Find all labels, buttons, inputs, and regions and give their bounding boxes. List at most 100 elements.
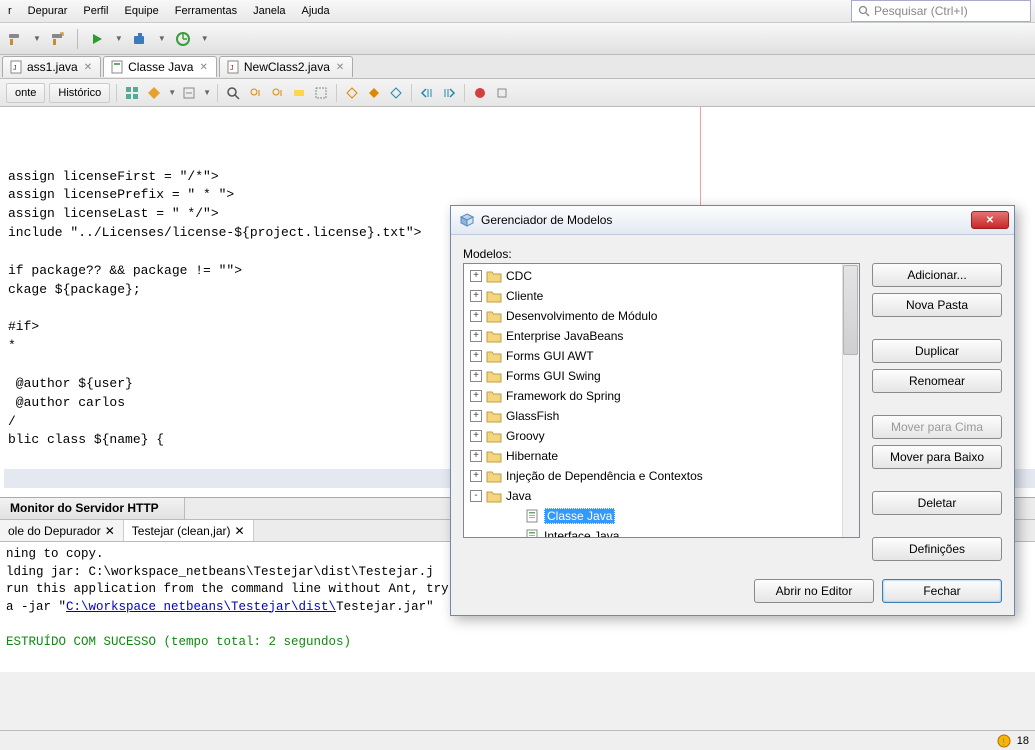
svg-text:J: J <box>230 65 234 72</box>
tree-folder[interactable]: +Forms GUI AWT <box>464 346 859 366</box>
tree-folder[interactable]: + Desenvolvimento de Módulo <box>464 306 859 326</box>
shift-right-icon[interactable] <box>440 84 458 102</box>
rename-button[interactable]: Renomear <box>872 369 1002 393</box>
debugger-console-tab[interactable]: ole do Depurador✕ <box>0 520 124 541</box>
source-button[interactable]: onte <box>6 83 45 103</box>
diamond3-icon[interactable] <box>387 84 405 102</box>
tree-item[interactable]: Interface Java <box>464 526 859 538</box>
expand-icon[interactable]: + <box>470 290 482 302</box>
tree-folder[interactable]: +Injeção de Dependência e Contextos <box>464 466 859 486</box>
tree-folder[interactable]: +Hibernate <box>464 446 859 466</box>
tree-folder[interactable]: +Groovy <box>464 426 859 446</box>
tree-folder[interactable]: - Java <box>464 486 859 506</box>
menu-item[interactable]: r <box>0 2 20 20</box>
shift-left-icon[interactable] <box>418 84 436 102</box>
tree-folder[interactable]: +GlassFish <box>464 406 859 426</box>
find-prev-icon[interactable] <box>246 84 264 102</box>
history-button[interactable]: Histórico <box>49 83 110 103</box>
diamond2-icon[interactable] <box>365 84 383 102</box>
menu-item[interactable]: Depurar <box>20 2 76 20</box>
expand-icon[interactable]: + <box>470 330 482 342</box>
dialog-close-button[interactable]: ✕ <box>971 211 1009 229</box>
tab-label: NewClass2.java <box>244 60 330 74</box>
tab[interactable]: Classe Java ✕ <box>103 56 217 77</box>
stop-icon[interactable] <box>493 84 511 102</box>
menu-item[interactable]: Equipe <box>116 2 166 20</box>
find-icon[interactable] <box>224 84 242 102</box>
tab[interactable]: J NewClass2.java ✕ <box>219 56 353 77</box>
expand-icon[interactable]: + <box>470 410 482 422</box>
nav-icon[interactable] <box>145 84 163 102</box>
close-icon[interactable]: ✕ <box>197 62 209 73</box>
run-icon[interactable] <box>86 28 108 50</box>
tree-item[interactable]: Classe Java <box>464 506 859 526</box>
tree-label: Java <box>506 489 531 503</box>
expand-icon[interactable]: + <box>470 390 482 402</box>
expand-icon[interactable]: - <box>470 490 482 502</box>
menu-item[interactable]: Janela <box>245 2 293 20</box>
delete-button[interactable]: Deletar <box>872 491 1002 515</box>
folder-icon <box>486 408 502 424</box>
clean-build-icon[interactable] <box>47 28 69 50</box>
selection-icon[interactable] <box>312 84 330 102</box>
output-tab[interactable]: Testejar (clean,jar)✕ <box>124 520 254 541</box>
highlight-icon[interactable] <box>290 84 308 102</box>
code-line: assign licensePrefix = " * "> <box>4 186 1035 205</box>
profile-icon[interactable] <box>172 28 194 50</box>
expand-icon[interactable]: + <box>470 310 482 322</box>
expand-icon[interactable] <box>180 84 198 102</box>
debug-icon[interactable] <box>129 28 151 50</box>
grid-icon[interactable] <box>123 84 141 102</box>
menu-item[interactable]: Ferramentas <box>167 2 245 20</box>
close-icon[interactable]: ✕ <box>105 524 115 538</box>
tree-folder[interactable]: +Cliente <box>464 286 859 306</box>
tree-folder[interactable]: +CDC <box>464 266 859 286</box>
folder-icon <box>486 348 502 364</box>
add-button[interactable]: Adicionar... <box>872 263 1002 287</box>
modelos-label: Modelos: <box>463 247 860 261</box>
menu-item[interactable]: Perfil <box>75 2 116 20</box>
settings-button[interactable]: Definições <box>872 537 1002 561</box>
notification-icon[interactable]: ! <box>997 734 1011 748</box>
scrollbar-thumb[interactable] <box>843 265 858 355</box>
folder-icon <box>486 308 502 324</box>
file-icon <box>524 528 540 538</box>
expand-icon[interactable]: + <box>470 470 482 482</box>
record-icon[interactable] <box>471 84 489 102</box>
duplicate-button[interactable]: Duplicar <box>872 339 1002 363</box>
new-folder-button[interactable]: Nova Pasta <box>872 293 1002 317</box>
template-tree[interactable]: +CDC+Cliente+Desenvolvimento de Módulo+E… <box>463 263 860 538</box>
expand-icon[interactable]: + <box>470 350 482 362</box>
close-icon[interactable]: ✕ <box>82 62 94 73</box>
tree-label: Forms GUI Swing <box>506 369 601 383</box>
expand-icon[interactable]: + <box>470 370 482 382</box>
expand-icon[interactable]: + <box>470 430 482 442</box>
move-up-button[interactable]: Mover para Cima <box>872 415 1002 439</box>
search-input[interactable]: Pesquisar (Ctrl+I) <box>851 0 1031 22</box>
expand-icon[interactable]: + <box>470 450 482 462</box>
tree-folder[interactable]: + Forms GUI Swing <box>464 366 859 386</box>
dialog-titlebar[interactable]: Gerenciador de Modelos ✕ <box>451 206 1014 235</box>
folder-icon <box>486 328 502 344</box>
status-bar: ! 18 <box>0 730 1035 750</box>
close-icon[interactable]: ✕ <box>235 524 245 538</box>
tree-folder[interactable]: +Enterprise JavaBeans <box>464 326 859 346</box>
move-down-button[interactable]: Mover para Baixo <box>872 445 1002 469</box>
expand-icon[interactable]: + <box>470 270 482 282</box>
tree-label: Desenvolvimento de Módulo <box>506 309 657 323</box>
http-monitor-tab[interactable]: Monitor do Servidor HTTP <box>0 498 185 519</box>
hammer-icon[interactable] <box>4 28 26 50</box>
close-icon[interactable]: ✕ <box>334 62 346 73</box>
folder-icon <box>486 448 502 464</box>
open-in-editor-button[interactable]: Abrir no Editor <box>754 579 874 603</box>
diamond-icon[interactable] <box>343 84 361 102</box>
menu-item[interactable]: Ajuda <box>294 2 338 20</box>
tab[interactable]: J ass1.java ✕ <box>2 56 101 77</box>
tree-folder[interactable]: +Framework do Spring <box>464 386 859 406</box>
scrollbar[interactable] <box>842 264 859 537</box>
folder-icon <box>486 488 502 504</box>
close-button[interactable]: Fechar <box>882 579 1002 603</box>
java-file-icon: J <box>226 60 240 74</box>
find-next-icon[interactable] <box>268 84 286 102</box>
tree-label: Classe Java <box>544 508 615 524</box>
